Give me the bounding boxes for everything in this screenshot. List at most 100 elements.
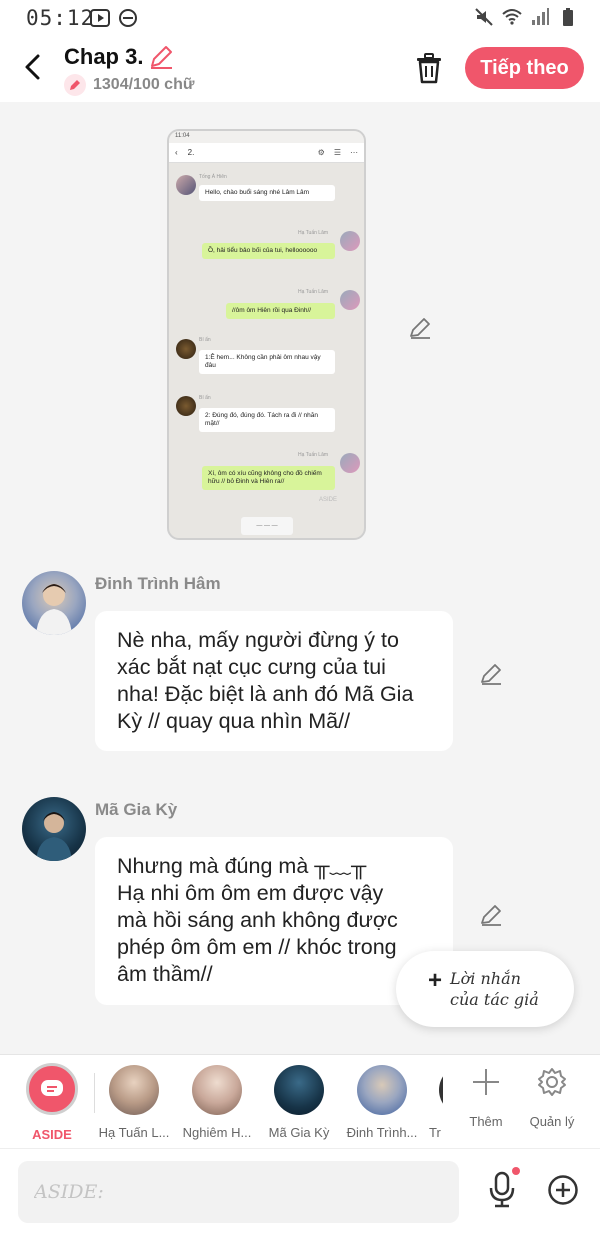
embed-top-bar: ‹ 2. ⚙ ☰ ⋯ <box>169 143 364 163</box>
add-character-button[interactable]: Thêm <box>456 1067 516 1129</box>
media-icon <box>90 9 110 27</box>
embed-msg-bubble: //ôm ôm Hiên rồi qua Đinh// <box>226 303 335 319</box>
embed-avatar <box>340 453 360 473</box>
add-label: Thêm <box>469 1114 503 1129</box>
word-count: 1304/100 chữ <box>93 76 195 93</box>
embed-watermark: ASIDE <box>319 497 338 503</box>
plus-icon <box>473 1069 499 1095</box>
plus-icon: + <box>428 967 443 994</box>
embed-msg-name: Bí ẩn <box>199 395 211 401</box>
avatar[interactable] <box>22 571 86 635</box>
status-right-icons <box>474 7 578 27</box>
status-time: 05:12 <box>26 6 95 30</box>
back-icon[interactable] <box>18 50 48 84</box>
embed-title: 2. <box>187 148 195 157</box>
character-bar: ASIDE Hạ Tuấn L... Nghiêm H... Mã Gia Kỳ… <box>0 1054 600 1148</box>
pencil-icon <box>64 74 86 96</box>
message-line: xác bắt nạt cục cưng của tui <box>117 655 386 679</box>
embed-avatar <box>176 339 196 359</box>
microphone-icon[interactable] <box>487 1171 517 1209</box>
message-line: Kỳ // quay qua nhìn Mã// <box>117 709 351 733</box>
character-name: Đinh Trình Hâm <box>95 574 221 593</box>
add-circle-icon[interactable] <box>547 1174 579 1206</box>
notification-dot <box>512 1167 520 1175</box>
message-line: Nè nha, mấy người đừng ý to <box>117 628 399 652</box>
embed-toolbar-icons: ⚙ ☰ ⋯ <box>318 148 358 157</box>
character-label: Mã Gia Kỳ <box>268 1125 330 1140</box>
embed-msg-name: Hạ Tuấn Lâm <box>298 230 329 236</box>
aside-input[interactable] <box>18 1161 459 1223</box>
embed-avatar <box>176 175 196 195</box>
battery-icon <box>563 8 573 26</box>
character-name: Mã Gia Kỳ <box>95 800 178 819</box>
header: Chap 3. 1304/100 chữ Tiếp theo <box>0 36 600 102</box>
character-item[interactable]: Đinh Trình... <box>337 1065 427 1140</box>
author-note-line: Lời nhắn <box>450 969 521 988</box>
word-count-row: 1304/100 chữ <box>64 74 194 96</box>
trash-icon[interactable] <box>414 52 444 84</box>
message-line: âm thầm// <box>117 962 213 986</box>
embed-status-time: 11:04 <box>175 133 190 139</box>
message-line: phép ôm ôm em // khóc trong <box>117 935 397 959</box>
message-bubble[interactable]: Nè nha, mấy người đừng ý to xác bắt nạt … <box>95 611 453 751</box>
embed-back-icon: ‹ <box>175 148 178 157</box>
input-bar <box>0 1148 600 1233</box>
chapter-title[interactable]: Chap 3. <box>64 44 143 70</box>
character-avatar <box>192 1065 242 1115</box>
embed-msg-bubble: 1:Ê hem... Không cần phải ôm nhau vậy đâ… <box>199 350 335 374</box>
embed-gear-icon: ⚙ <box>317 148 325 157</box>
message-line: Nhưng mà đúng mà ╥﹏╥ <box>117 854 367 878</box>
embed-msg-bubble: Xí, ôm có xíu cũng không cho đồ chiếm hữ… <box>202 466 335 490</box>
embedded-screenshot[interactable]: 11:04 ‹ 2. ⚙ ☰ ⋯ Tống Á Hiên Hello, chào b… <box>167 129 366 540</box>
embed-bottom-bar: — — — <box>241 517 293 535</box>
edit-title-icon[interactable] <box>148 44 174 70</box>
character-item[interactable]: Tr <box>419 1065 443 1140</box>
embed-msg-name: Hạ Tuấn Lâm <box>298 452 329 458</box>
status-left-icons <box>90 8 138 28</box>
edit-pencil-icon[interactable] <box>479 903 503 927</box>
aside-label: ASIDE <box>32 1127 72 1142</box>
embed-msg-name: Bí ẩn <box>199 337 211 343</box>
character-avatar <box>439 1065 443 1115</box>
character-label: Tr <box>429 1125 441 1140</box>
message-line: Hạ nhi ôm ôm em được vậy <box>117 881 384 905</box>
embed-msg-name: Tống Á Hiên <box>199 174 227 180</box>
author-note-line: của tác giả <box>450 990 539 1009</box>
embed-status-bar: 11:04 <box>169 131 364 143</box>
character-avatar <box>109 1065 159 1115</box>
gear-icon <box>538 1068 566 1096</box>
embed-more-icon: ⋯ <box>350 148 358 157</box>
character-item[interactable]: Hạ Tuấn L... <box>89 1065 179 1140</box>
author-note-button[interactable]: + Lời nhắn của tác giả <box>396 951 574 1027</box>
wifi-icon <box>502 9 522 25</box>
character-avatar <box>274 1065 324 1115</box>
character-item[interactable]: Nghiêm H... <box>172 1065 262 1140</box>
status-bar: 05:12 <box>0 0 600 36</box>
aside-avatar <box>26 1063 78 1115</box>
embed-avatar <box>340 231 360 251</box>
manage-label: Quản lý <box>529 1114 575 1129</box>
dnd-icon <box>119 9 137 27</box>
character-item[interactable]: Mã Gia Kỳ <box>254 1065 344 1140</box>
embed-msg-name: Hạ Tuấn Lâm <box>298 289 329 295</box>
next-button[interactable]: Tiếp theo <box>465 47 584 89</box>
embed-list-icon: ☰ <box>333 148 341 157</box>
embed-msg-bubble: Hello, chào buổi sáng nhé Lâm Lâm <box>199 185 335 201</box>
mute-icon <box>475 8 493 26</box>
embed-msg-bubble: 2: Đúng đó, đúng đó. Tách ra đi // nhăn … <box>199 408 335 432</box>
message-line: mà hồi sáng anh không được <box>117 908 398 932</box>
aside-character-button[interactable]: ASIDE <box>22 1063 82 1142</box>
edit-pencil-icon[interactable] <box>408 316 432 340</box>
message-line: nha! Đặc biệt là anh đó Mã Gia <box>117 682 414 706</box>
edit-pencil-icon[interactable] <box>479 662 503 686</box>
character-label: Nghiêm H... <box>182 1125 252 1140</box>
character-label: Đinh Trình... <box>346 1125 418 1140</box>
author-note-label: Lời nhắn của tác giả <box>450 968 539 1010</box>
embed-msg-bubble: Ồ, hải tiểu bảo bối của tui, helloooooo <box>202 243 335 259</box>
signal-icon <box>532 8 549 25</box>
avatar[interactable] <box>22 797 86 861</box>
manage-button[interactable]: Quản lý <box>522 1067 582 1129</box>
embed-avatar <box>340 290 360 310</box>
character-label: Hạ Tuấn L... <box>98 1125 170 1140</box>
character-avatar <box>357 1065 407 1115</box>
